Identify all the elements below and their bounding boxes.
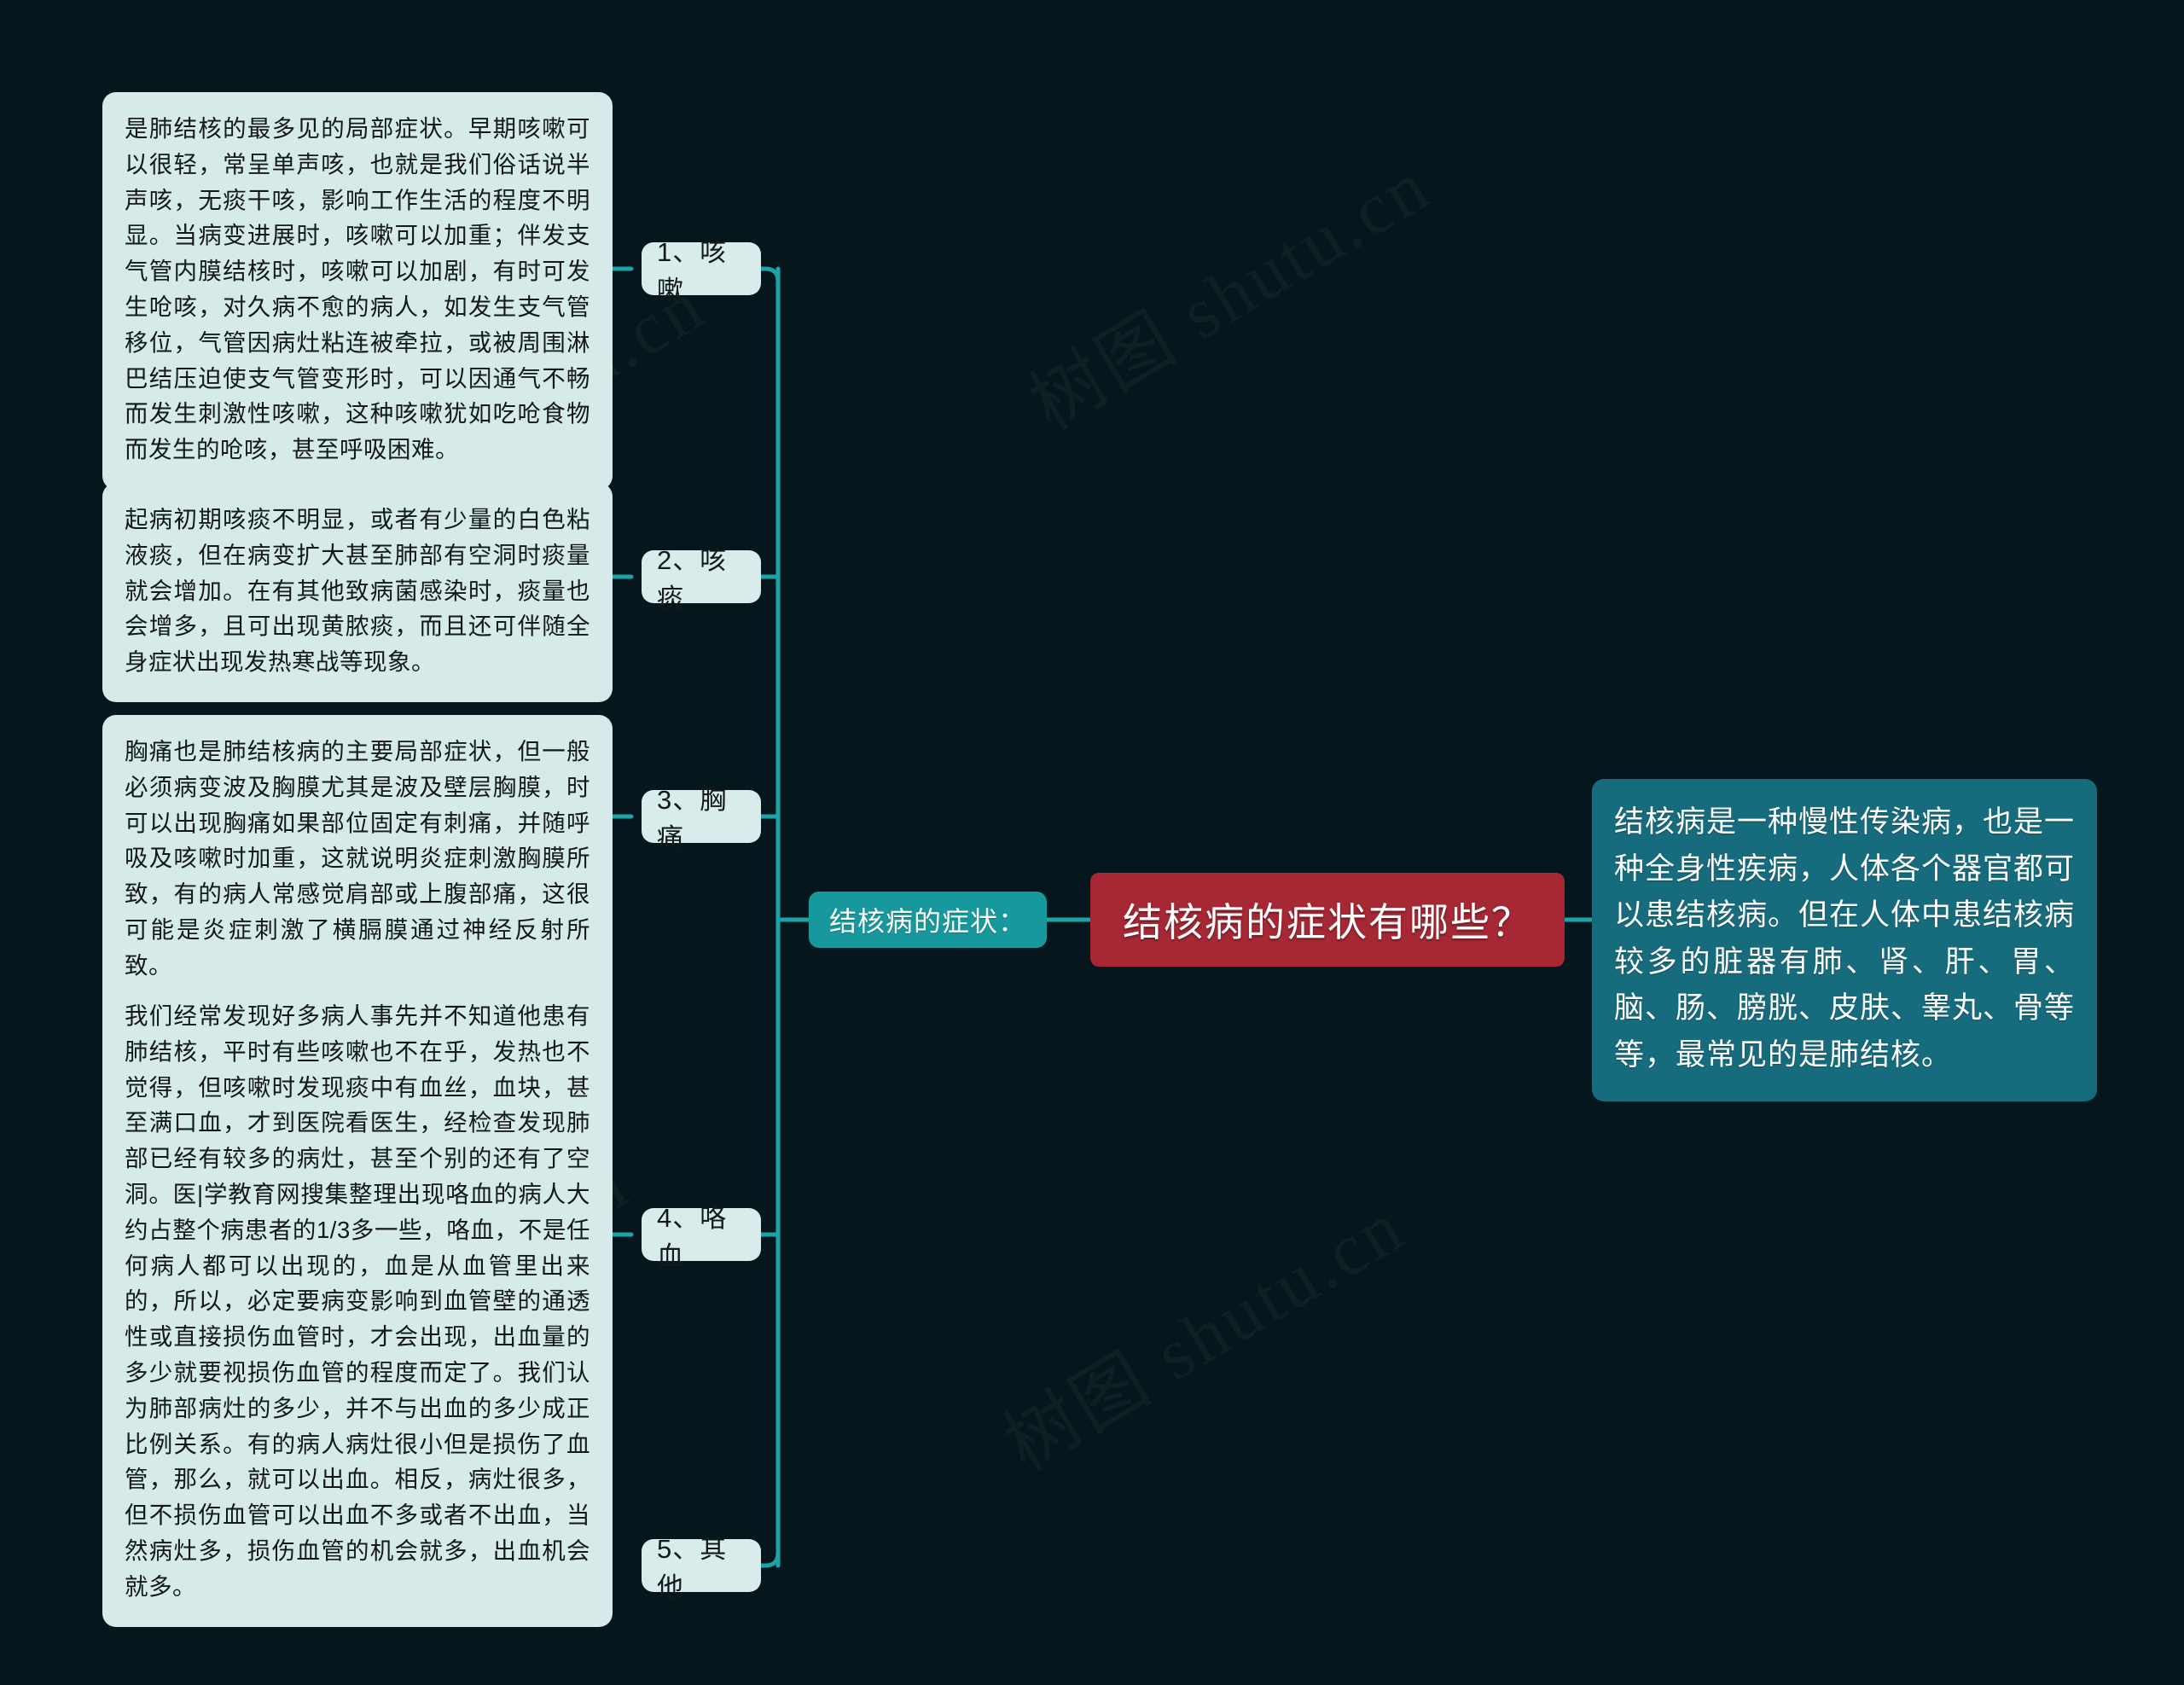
symptom-node-label: 4、咯血 <box>642 1203 761 1271</box>
disease-overview-text: 结核病是一种慢性传染病，也是一种全身性疾病，人体各个器官都可以患结核病。但在人体… <box>1592 779 2097 1101</box>
symptom-detail-text: 是肺结核的最多见的局部症状。早期咳嗽可以很轻，常呈单声咳，也就是我们俗话说半声咳… <box>102 92 613 490</box>
symptom-detail-text: 起病初期咳痰不明显，或者有少量的白色粘液痰，但在病变扩大甚至肺部有空洞时痰量就会… <box>102 483 613 702</box>
symptom-node-label: 2、咳痰 <box>642 545 761 613</box>
symptom-node-5[interactable]: 5、其他 <box>642 1534 761 1602</box>
symptom-node-label: 3、胸痛 <box>642 785 761 853</box>
symptom-detail-text: 胸痛也是肺结核病的主要局部症状，但一般必须病变波及胸膜尤其是波及壁层胸膜，时可以… <box>102 715 613 1006</box>
root-node-title: 结核病的症状有哪些？ <box>1090 873 1565 967</box>
symptom-detail-card[interactable]: 是肺结核的最多见的局部症状。早期咳嗽可以很轻，常呈单声咳，也就是我们俗话说半声咳… <box>102 92 613 490</box>
symptom-node-label: 5、其他 <box>642 1534 761 1602</box>
symptom-node-4[interactable]: 4、咯血 <box>642 1203 761 1271</box>
branch-node-label: 结核病的症状： <box>809 892 1048 948</box>
symptom-detail-text: 我们经常发现好多病人事先并不知道他患有肺结核，平时有些咳嗽也不在乎，发热也不觉得… <box>102 979 613 1627</box>
symptom-node-label: 1、咳嗽 <box>642 237 761 305</box>
mindmap-canvas: 树图 shutu.cn 树图 shutu.cn 树图 shutu.cn 树图 s… <box>0 0 2184 1685</box>
symptom-detail-card[interactable]: 胸痛也是肺结核病的主要局部症状，但一般必须病变波及胸膜尤其是波及壁层胸膜，时可以… <box>102 715 613 1006</box>
symptom-detail-card[interactable]: 我们经常发现好多病人事先并不知道他患有肺结核，平时有些咳嗽也不在乎，发热也不觉得… <box>102 979 613 1627</box>
symptom-detail-card[interactable]: 起病初期咳痰不明显，或者有少量的白色粘液痰，但在病变扩大甚至肺部有空洞时痰量就会… <box>102 483 613 702</box>
symptom-node-1[interactable]: 1、咳嗽 <box>642 237 761 305</box>
symptom-node-2[interactable]: 2、咳痰 <box>642 545 761 613</box>
symptom-node-3[interactable]: 3、胸痛 <box>642 785 761 853</box>
disease-overview-card[interactable]: 结核病是一种慢性传染病，也是一种全身性疾病，人体各个器官都可以患结核病。但在人体… <box>1592 779 2097 1101</box>
root-node[interactable]: 结核病的症状有哪些？ <box>1090 873 1565 967</box>
branch-node[interactable]: 结核病的症状： <box>809 892 1048 948</box>
